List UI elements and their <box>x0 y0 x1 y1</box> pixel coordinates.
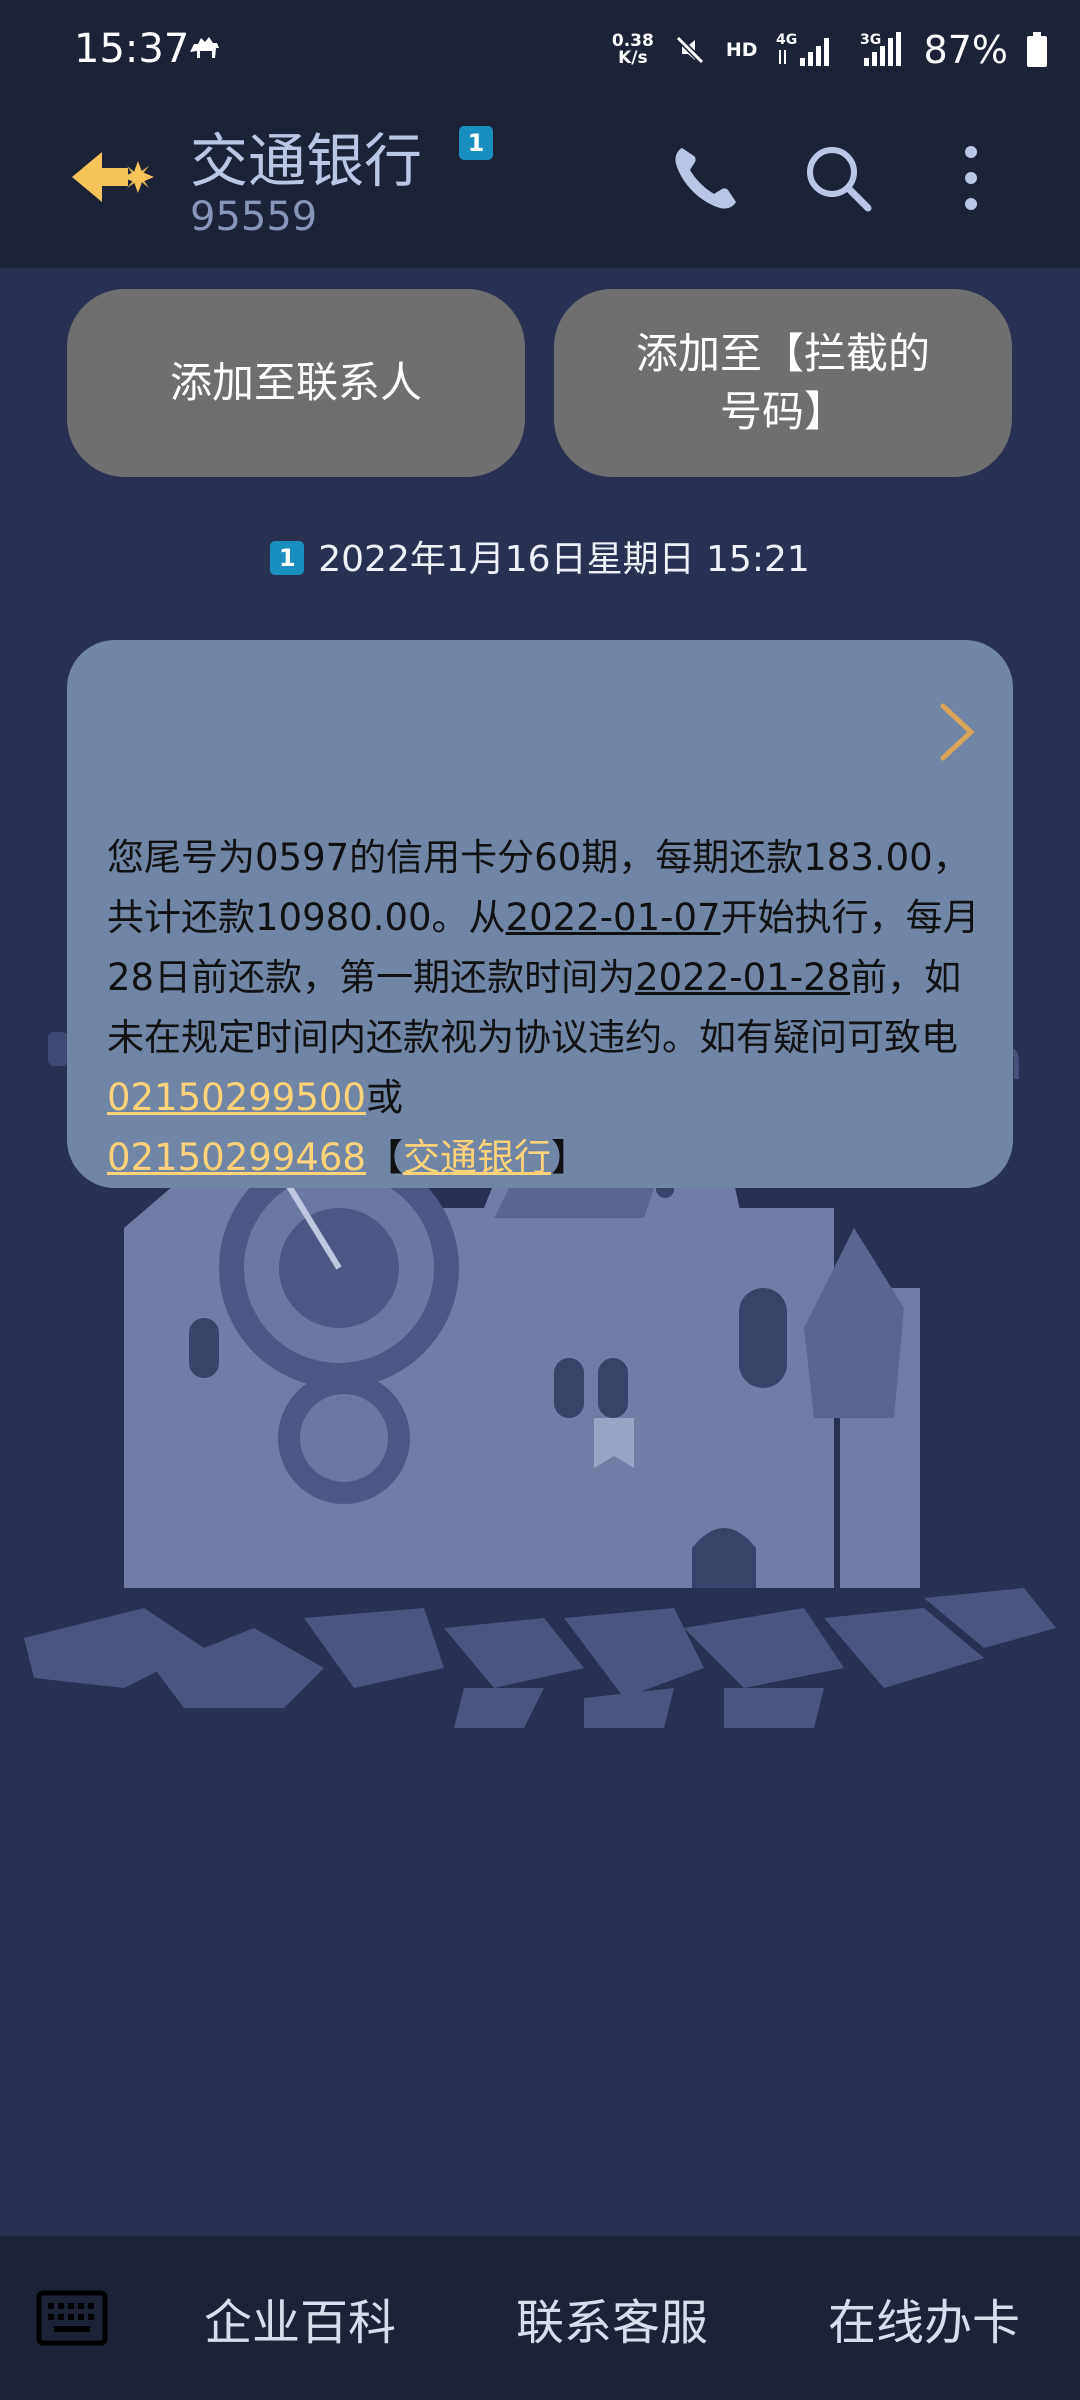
thread-timestamp: 2022年1月16日星期日 15:21 <box>318 539 810 580</box>
keyboard-icon[interactable] <box>36 2290 108 2346</box>
net-4g-label: 4G <box>776 32 797 48</box>
mute-icon <box>675 35 704 65</box>
phone-link[interactable]: 02150299468 <box>107 1136 366 1179</box>
menu-customer-service[interactable]: 联系客服 <box>492 2236 732 2400</box>
thread-date-divider: 1 2022年1月16日星期日 15:21 <box>0 530 1080 582</box>
camel-notification-icon <box>190 37 219 58</box>
phone-icon[interactable] <box>668 140 744 216</box>
service-menu-bar: 企业百科 联系客服 在线办卡 <box>0 2236 1080 2400</box>
battery-percent: 87% <box>923 28 1008 72</box>
more-options-icon[interactable] <box>946 140 996 216</box>
sms-thread-screen: 15:37 0.38 K/s HD 4G 3G 87% 交通银行 1 95559… <box>0 0 1080 2400</box>
bracket-open: 【 <box>365 1136 403 1179</box>
bracket-close: 】 <box>550 1136 588 1179</box>
date-link[interactable]: 2022-01-28 <box>635 956 850 999</box>
back-arrow-icon[interactable] <box>66 142 162 212</box>
add-to-blocked-button[interactable]: 添加至【拦截的 号码】 <box>554 289 1012 477</box>
bank-name-link[interactable]: 交通银行 <box>403 1136 551 1179</box>
net-speed: 0.38 K/s <box>612 33 654 67</box>
date-link[interactable]: 2022-01-07 <box>506 896 721 939</box>
message-bubble[interactable]: 您尾号为0597的信用卡分60期，每期还款183.00，共计还款10980.00… <box>67 640 1013 1188</box>
message-body: 您尾号为0597的信用卡分60期，每期还款183.00，共计还款10980.00… <box>107 828 987 1188</box>
message-part4: 或 <box>365 1076 403 1119</box>
signal-4g-icon: 4G <box>776 32 829 66</box>
net-speed-unit: K/s <box>618 48 648 68</box>
add-to-contacts-button[interactable]: 添加至联系人 <box>67 289 525 477</box>
add-to-blocked-line1: 添加至【拦截的 <box>635 329 930 378</box>
wallpaper-mark <box>48 1032 68 1066</box>
phone-link[interactable]: 02150299500 <box>107 1076 366 1119</box>
add-to-contacts-label: 添加至联系人 <box>169 358 422 407</box>
message-thread[interactable]: 添加至联系人 添加至【拦截的 号码】 1 2022年1月16日星期日 15:21 … <box>0 268 1080 2236</box>
status-icons: 0.38 K/s HD 4G 3G 87% <box>612 22 1048 78</box>
sender-number: 95559 <box>190 194 318 240</box>
sim1-badge-icon: 1 <box>459 126 493 160</box>
conversation-header: 交通银行 1 95559 <box>0 100 1080 268</box>
conversation-title: 交通银行 <box>190 127 423 195</box>
castle-wallpaper-illustration <box>24 1168 1056 1728</box>
chevron-right-icon[interactable] <box>937 700 977 764</box>
status-bar: 15:37 0.38 K/s HD 4G 3G 87% <box>0 0 1080 100</box>
net-3g-label: 3G <box>860 32 881 48</box>
menu-apply-card[interactable]: 在线办卡 <box>804 2236 1044 2400</box>
add-to-blocked-line2: 号码】 <box>719 387 846 436</box>
signal-3g-icon: 3G <box>860 32 901 66</box>
add-to-blocked-label: 添加至【拦截的 号码】 <box>636 325 930 441</box>
search-icon[interactable] <box>800 140 876 216</box>
battery-icon <box>1027 32 1047 67</box>
sim1-badge-icon: 1 <box>270 541 305 575</box>
status-time: 15:37 <box>74 26 190 72</box>
menu-company-info[interactable]: 企业百科 <box>180 2236 420 2400</box>
hd-voice-badge: HD <box>725 39 758 61</box>
